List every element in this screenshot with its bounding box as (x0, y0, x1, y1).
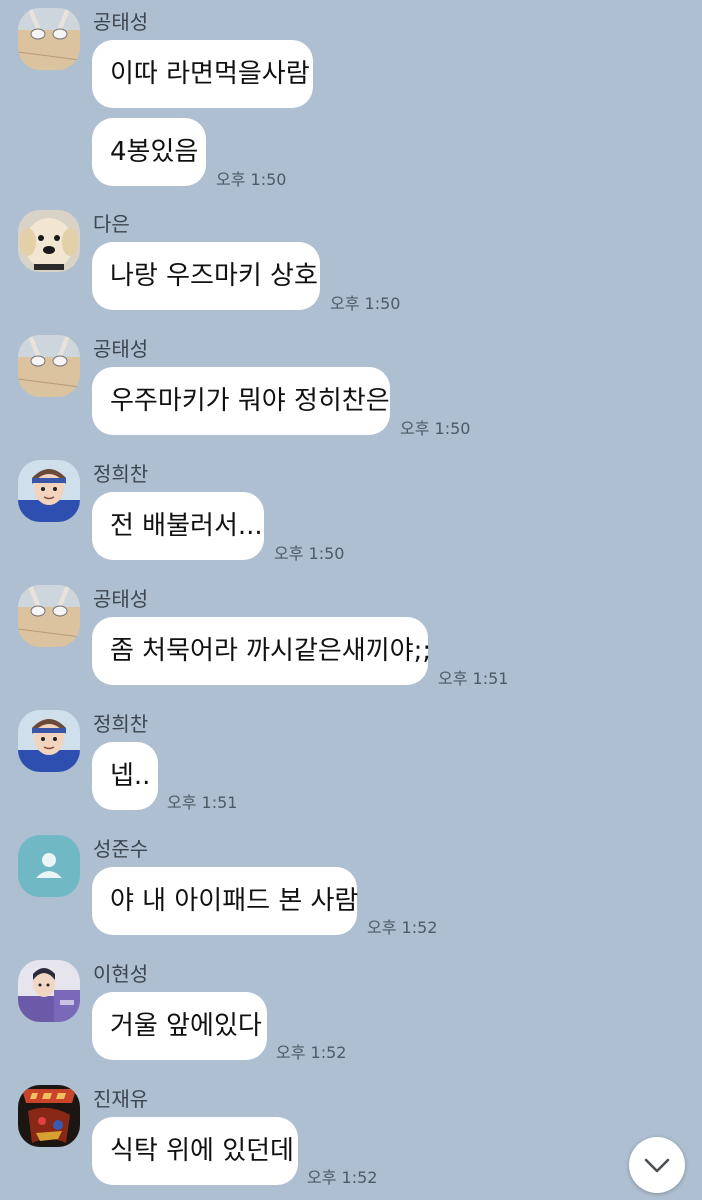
default-person-icon (18, 835, 80, 897)
message-bubble[interactable]: 좀 처묵어라 까시같은새끼야;; (92, 617, 431, 685)
message-time: 오후 1:50 (330, 294, 401, 313)
avatar-gongtaeseong[interactable] (18, 585, 80, 647)
sender-name: 성준수 (93, 837, 149, 861)
avatar-jinjaeyu[interactable] (18, 1085, 80, 1147)
anime-boy-icon (18, 460, 80, 522)
avatar-gongtaeseong[interactable] (18, 335, 80, 397)
sender-name: 공태성 (93, 337, 149, 361)
sneakers-feet-icon (18, 335, 80, 397)
message-bubble[interactable]: 넵.. (92, 742, 158, 810)
anime-boy-icon (18, 710, 80, 772)
sender-name: 공태성 (93, 587, 149, 611)
sender-name: 이현성 (93, 962, 149, 986)
sneakers-feet-icon (18, 8, 80, 70)
scroll-to-bottom-button[interactable] (629, 1137, 685, 1193)
chevron-down-icon (644, 1158, 670, 1173)
avatar-jeongheechan[interactable] (18, 460, 80, 522)
band-logo-icon (18, 1085, 80, 1147)
avatar-gongtaeseong[interactable] (18, 8, 80, 70)
message-bubble[interactable]: 식탁 위에 있던데 (92, 1117, 298, 1185)
message-bubble[interactable]: 나랑 우즈마키 상호 (92, 242, 320, 310)
sender-name: 정희찬 (93, 712, 149, 736)
sender-name: 진재유 (93, 1087, 149, 1111)
message-bubble[interactable]: 거울 앞에있다 (92, 992, 267, 1060)
message-time: 오후 1:51 (167, 793, 238, 812)
message-time: 오후 1:50 (400, 419, 471, 438)
avatar-jeongheechan[interactable] (18, 710, 80, 772)
puppy-icon (18, 210, 80, 272)
message-time: 오후 1:50 (216, 170, 287, 189)
message-time: 오후 1:52 (307, 1168, 378, 1187)
sender-name: 다은 (93, 212, 130, 236)
sender-name: 정희찬 (93, 462, 149, 486)
message-time: 오후 1:52 (367, 918, 438, 937)
avatar-leehyeonseong[interactable] (18, 960, 80, 1022)
message-bubble[interactable]: 우주마키가 뭐야 정히찬은 (92, 367, 390, 435)
message-bubble[interactable]: 이따 라면먹을사람 (92, 40, 313, 108)
message-bubble[interactable]: 야 내 아이패드 본 사람 (92, 867, 358, 935)
message-time: 오후 1:52 (276, 1043, 347, 1062)
message-bubble[interactable]: 전 배불러서... (92, 492, 264, 560)
chat-log[interactable]: 공태성 이따 라면먹을사람 4봉있음 오후 1:50 다은 나랑 우즈마키 상호… (0, 0, 702, 1200)
sneakers-feet-icon (18, 585, 80, 647)
message-time: 오후 1:51 (438, 669, 509, 688)
anime-student-icon (18, 960, 80, 1022)
message-time: 오후 1:50 (274, 544, 345, 563)
avatar-seongjunsu[interactable] (18, 835, 80, 897)
avatar-daeun[interactable] (18, 210, 80, 272)
sender-name: 공태성 (93, 10, 149, 34)
message-bubble[interactable]: 4봉있음 (92, 118, 206, 186)
